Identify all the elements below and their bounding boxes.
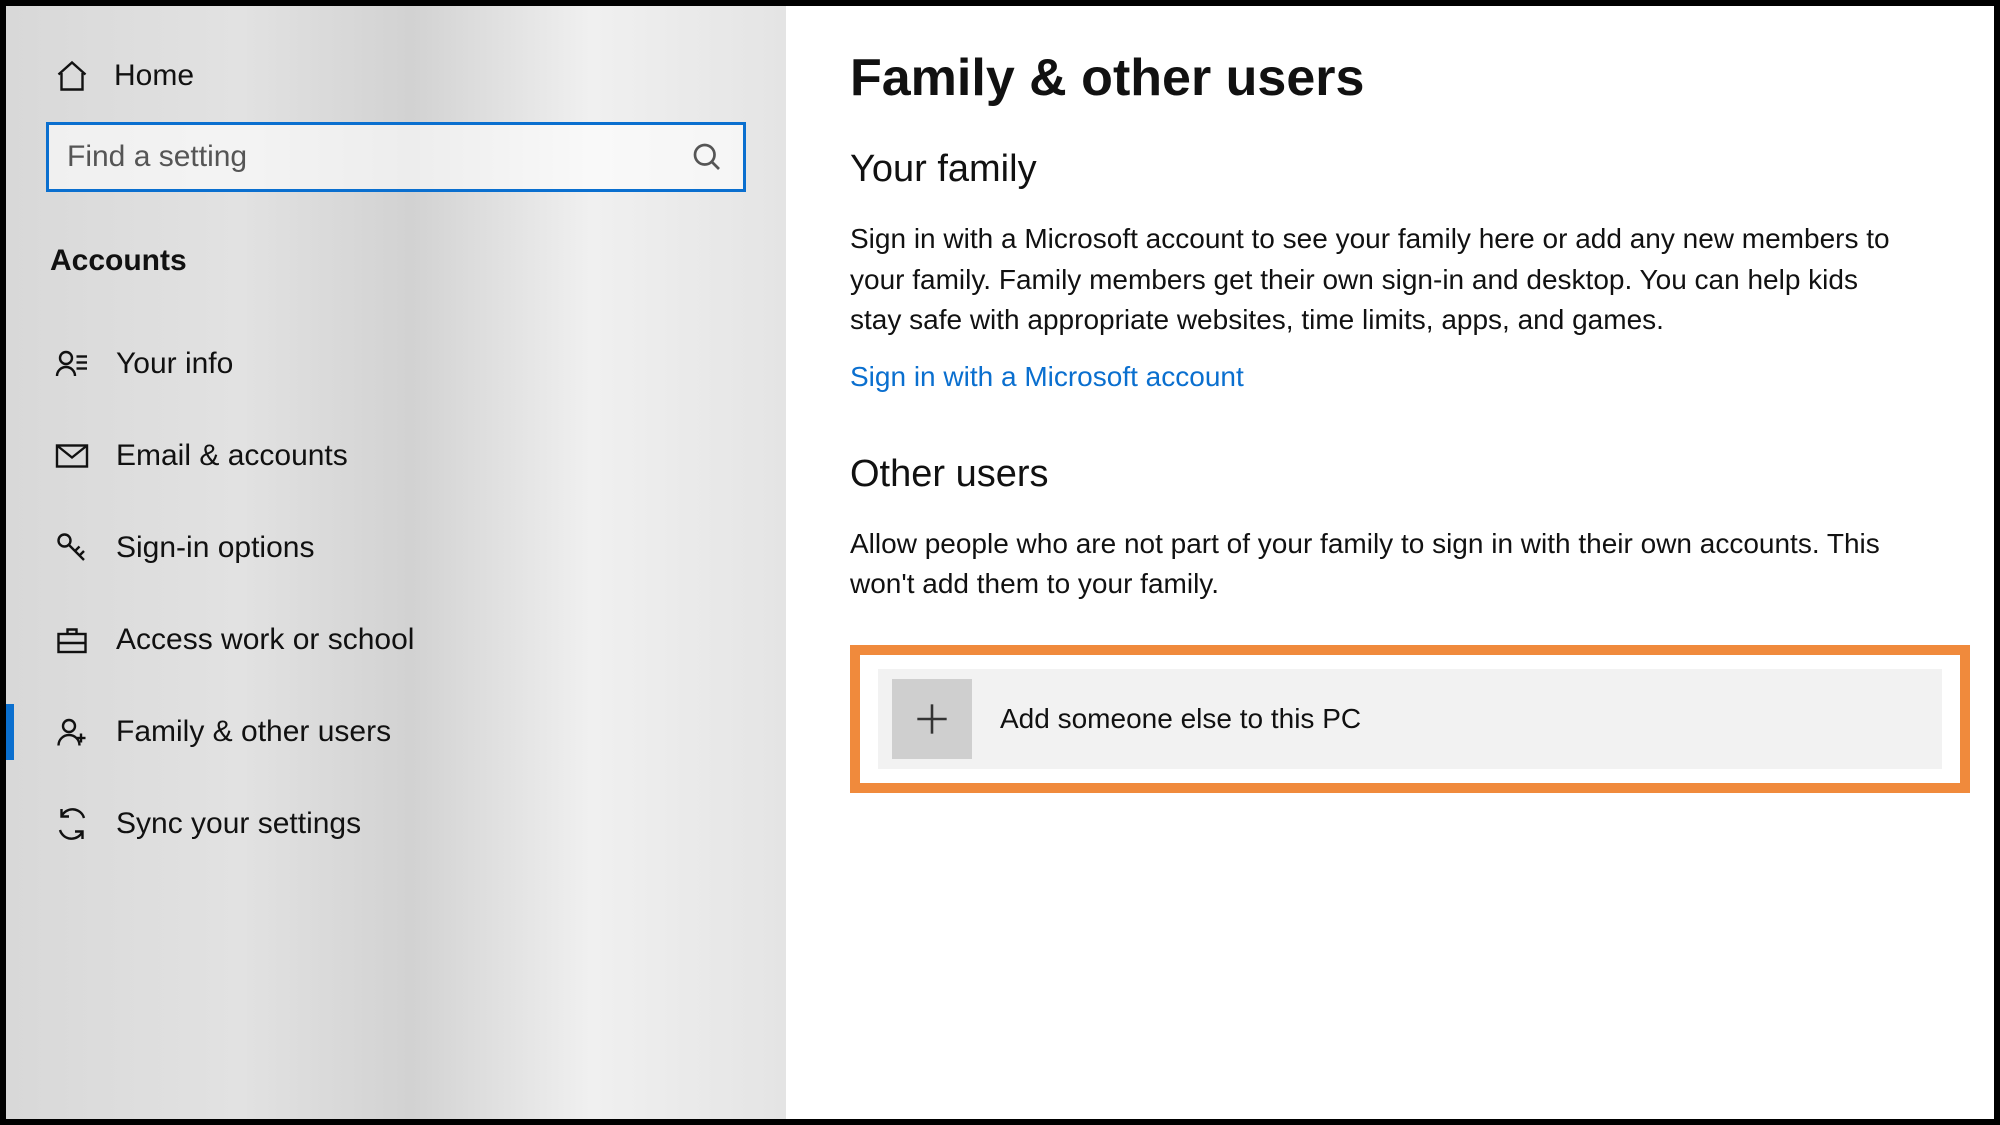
search-icon: [689, 139, 725, 175]
page-title: Family & other users: [850, 48, 1924, 108]
family-description: Sign in with a Microsoft account to see …: [850, 219, 1910, 341]
sidebar-item-your-info[interactable]: Your info: [46, 318, 746, 410]
sidebar-item-email-accounts[interactable]: Email & accounts: [46, 410, 746, 502]
other-users-heading: Other users: [850, 453, 1924, 496]
family-heading: Your family: [850, 148, 1924, 191]
sidebar-item-label: Sign-in options: [116, 531, 314, 565]
sidebar-item-label: Sync your settings: [116, 807, 361, 841]
sidebar-item-label: Your info: [116, 347, 233, 381]
search-input[interactable]: [67, 140, 689, 174]
key-icon: [54, 530, 90, 566]
sidebar-nav: Your info Email & accounts Sign-in optio…: [46, 318, 746, 870]
main-content: Family & other users Your family Sign in…: [786, 6, 1994, 1119]
sign-in-microsoft-link[interactable]: Sign in with a Microsoft account: [850, 361, 1244, 393]
sidebar-home[interactable]: Home: [46, 48, 746, 122]
sidebar-item-label: Access work or school: [116, 623, 414, 657]
plus-icon: [892, 679, 972, 759]
sidebar-item-access-work-school[interactable]: Access work or school: [46, 594, 746, 686]
email-icon: [54, 438, 90, 474]
sidebar-item-family-other-users[interactable]: Family & other users: [46, 686, 746, 778]
sidebar-item-sync-settings[interactable]: Sync your settings: [46, 778, 746, 870]
briefcase-icon: [54, 622, 90, 658]
sidebar-item-signin-options[interactable]: Sign-in options: [46, 502, 746, 594]
sidebar-item-label: Email & accounts: [116, 439, 348, 473]
user-plus-icon: [54, 714, 90, 750]
other-users-description: Allow people who are not part of your fa…: [850, 524, 1910, 605]
user-info-icon: [54, 346, 90, 382]
add-user-label: Add someone else to this PC: [1000, 703, 1361, 735]
settings-sidebar: Home Accounts Your info: [6, 6, 786, 1119]
home-icon: [54, 58, 90, 94]
home-label: Home: [114, 59, 194, 93]
sidebar-section-title: Accounts: [46, 226, 746, 318]
add-user-highlight: Add someone else to this PC: [850, 645, 1970, 793]
sync-icon: [54, 806, 90, 842]
sidebar-item-label: Family & other users: [116, 715, 391, 749]
search-setting-box[interactable]: [46, 122, 746, 192]
add-someone-else-button[interactable]: Add someone else to this PC: [878, 669, 1942, 769]
